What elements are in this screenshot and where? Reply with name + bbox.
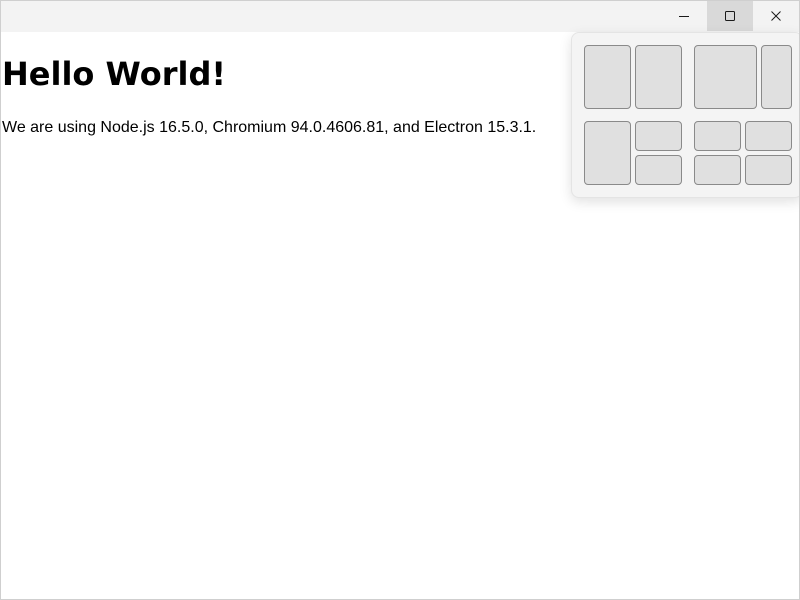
minimize-icon	[679, 16, 689, 17]
snap-zone-quadrant-bottom-right[interactable]	[745, 155, 792, 185]
version-info-text: We are using Node.js 16.5.0, Chromium 94…	[2, 119, 537, 136]
maximize-button[interactable]	[707, 1, 753, 31]
close-button[interactable]	[753, 1, 799, 31]
snap-zone-quadrant-top-left[interactable]	[694, 121, 741, 151]
snap-zone-right-bottom[interactable]	[635, 155, 682, 185]
snap-zone-two-columns-equal-left[interactable]	[584, 45, 631, 109]
snap-layouts-flyout	[571, 32, 799, 198]
minimize-button[interactable]	[661, 1, 707, 31]
snap-zone-two-columns-equal-right[interactable]	[635, 45, 682, 109]
snap-zone-quadrant-top-right[interactable]	[745, 121, 792, 151]
maximize-icon	[725, 11, 735, 21]
page-heading: Hello World!	[2, 55, 226, 93]
app-window: Hello World! We are using Node.js 16.5.0…	[0, 0, 800, 600]
snap-zone-left-column[interactable]	[584, 121, 631, 185]
close-icon	[771, 11, 781, 21]
snap-zone-wide-narrow-left[interactable]	[694, 45, 757, 109]
title-bar[interactable]	[1, 1, 799, 32]
snap-zone-right-top[interactable]	[635, 121, 682, 151]
snap-zone-quadrant-bottom-left[interactable]	[694, 155, 741, 185]
snap-zone-wide-narrow-right[interactable]	[761, 45, 792, 109]
